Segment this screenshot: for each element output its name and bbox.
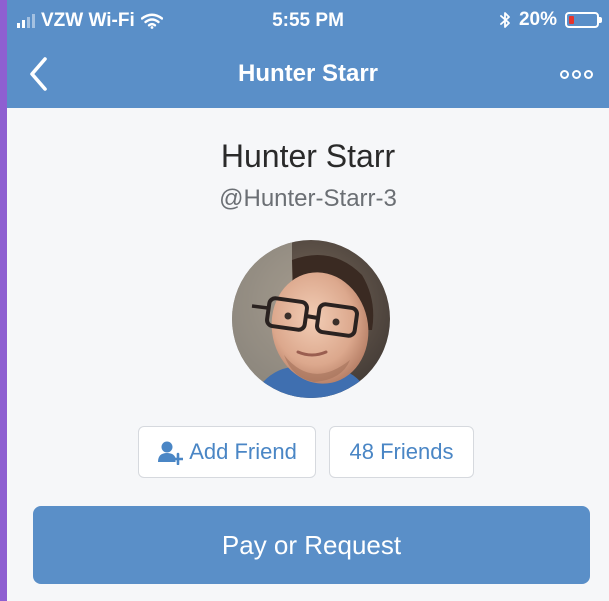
add-person-icon	[158, 441, 184, 465]
friends-count-button[interactable]: 48 Friends	[329, 426, 474, 478]
more-options-button[interactable]	[560, 62, 593, 86]
profile-handle: @Hunter-Starr-3	[219, 185, 397, 212]
add-friend-label: Add Friend	[189, 439, 297, 464]
profile-photo	[232, 240, 390, 398]
header: VZW Wi-Fi 5:55 PM 20% Hunter Starr	[7, 0, 609, 108]
status-right: 20%	[499, 9, 602, 31]
status-bar: VZW Wi-Fi 5:55 PM 20%	[7, 0, 609, 42]
add-friend-button[interactable]: Add Friend	[138, 426, 316, 478]
bluetooth-icon	[500, 12, 510, 28]
battery-icon	[565, 12, 602, 28]
friends-count-label: 48 Friends	[349, 439, 454, 464]
page-title: Hunter Starr	[237, 60, 379, 87]
chevron-left-icon	[30, 57, 47, 91]
battery-percent: 20%	[518, 9, 557, 30]
navigation-bar: Hunter Starr	[7, 42, 609, 108]
friend-actions: Add Friend 48 Friends	[7, 426, 609, 480]
profile-name: Hunter Starr	[220, 138, 396, 174]
pay-or-request-label: Pay or Request	[221, 529, 402, 560]
more-options-icon	[560, 69, 569, 79]
app-screen: VZW Wi-Fi 5:55 PM 20% Hunter Starr Hunte…	[7, 0, 609, 601]
back-button[interactable]	[19, 52, 59, 96]
pay-or-request-button[interactable]: Pay or Request	[33, 506, 590, 584]
battery-level	[569, 16, 574, 24]
avatar[interactable]	[232, 240, 390, 398]
